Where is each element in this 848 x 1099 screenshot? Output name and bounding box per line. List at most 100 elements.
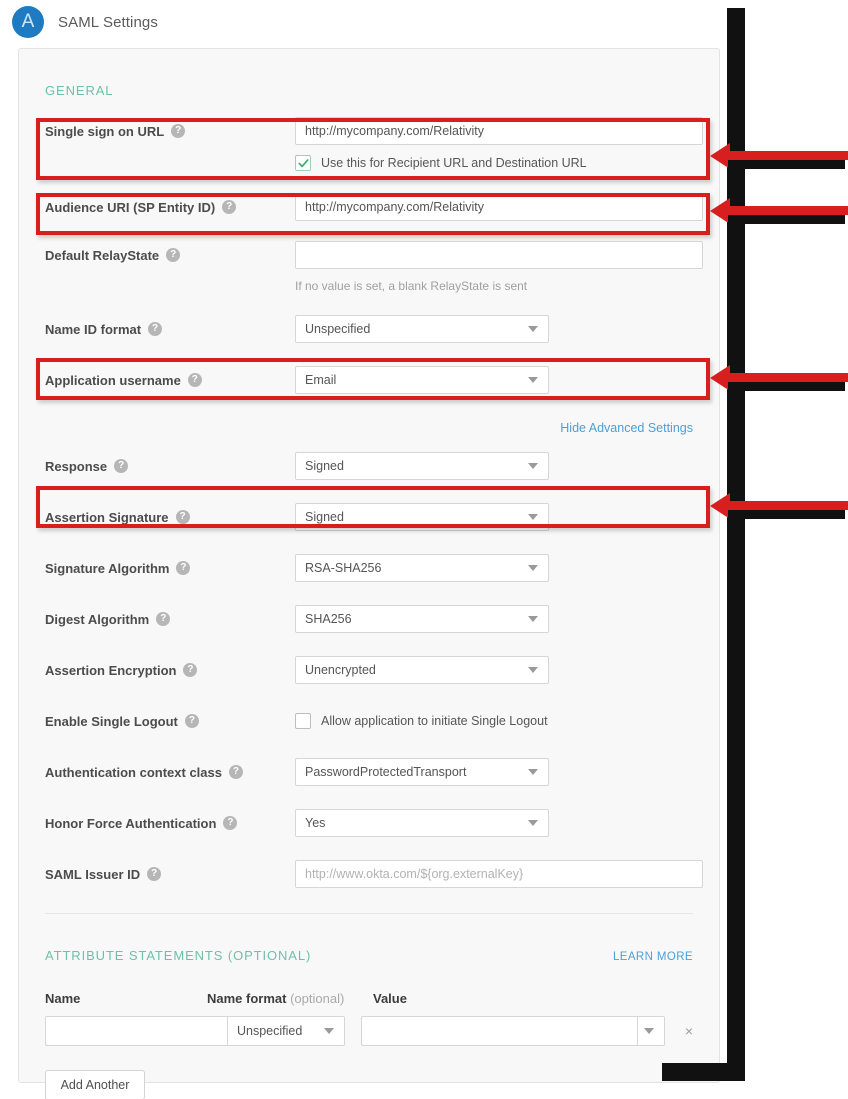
row-single-sign-on-url: Single sign on URL ? (45, 114, 703, 148)
single-logout-checkbox[interactable] (295, 713, 311, 729)
name-id-format-select[interactable]: Unspecified (295, 315, 549, 343)
row-recipient-url-checkbox: Use this for Recipient URL and Destinati… (45, 148, 693, 178)
hide-advanced-settings-link[interactable]: Hide Advanced Settings (45, 417, 693, 441)
label-assertion-signature: Assertion Signature ? (45, 510, 295, 525)
help-icon[interactable]: ? (171, 124, 186, 138)
check-mark-icon (298, 158, 308, 167)
help-icon[interactable]: ? (148, 322, 163, 336)
row-default-relaystate: Default RelayState ? (45, 238, 703, 272)
assertion-encryption-select[interactable]: Unencrypted (295, 656, 549, 684)
chevron-down-icon (528, 667, 538, 673)
response-select[interactable]: Signed (295, 452, 549, 480)
add-another-button[interactable]: Add Another (45, 1070, 145, 1099)
column-header-name: Name (45, 991, 81, 1006)
label-text: Response (45, 458, 108, 474)
attribute-value-input[interactable] (360, 1016, 637, 1046)
label-text: Name ID format (45, 321, 142, 337)
annotation-bracket-bottom (662, 1063, 745, 1081)
row-authentication-context-class: Authentication context class ? PasswordP… (45, 755, 693, 789)
recipient-url-checkbox-row[interactable]: Use this for Recipient URL and Destinati… (295, 155, 587, 171)
label-text: Audience URI (SP Entity ID) (45, 199, 216, 215)
signature-algorithm-select[interactable]: RSA-SHA256 (295, 554, 549, 582)
help-icon[interactable]: ? (166, 248, 181, 262)
avatar: A (12, 6, 44, 38)
help-icon[interactable]: ? (187, 373, 202, 387)
help-icon[interactable]: ? (147, 867, 162, 881)
label-default-relaystate: Default RelayState ? (45, 248, 295, 263)
label-single-sign-on-url: Single sign on URL ? (45, 124, 295, 139)
attribute-name-input[interactable] (45, 1016, 227, 1046)
column-header-name-format: Name format (optional) (207, 991, 373, 1006)
table-row: Unspecified × (45, 1016, 693, 1046)
label-saml-issuer-id: SAML Issuer ID ? (45, 867, 295, 882)
label-enable-single-logout: Enable Single Logout ? (45, 714, 295, 729)
help-icon[interactable]: ? (156, 612, 171, 626)
honor-force-authentication-select[interactable]: Yes (295, 809, 549, 837)
audience-uri-input[interactable] (295, 193, 703, 221)
help-icon[interactable]: ? (223, 816, 238, 830)
selected-value: SHA256 (305, 612, 352, 626)
label-signature-algorithm: Signature Algorithm ? (45, 561, 295, 576)
help-icon[interactable]: ? (183, 663, 198, 677)
assertion-signature-select[interactable]: Signed (295, 503, 549, 531)
label-text: Signature Algorithm (45, 560, 170, 576)
chevron-down-icon (528, 463, 538, 469)
selected-value: Signed (305, 510, 344, 524)
single-logout-checkbox-label: Allow application to initiate Single Log… (321, 714, 548, 728)
attribute-name-format-select[interactable]: Unspecified (227, 1016, 345, 1046)
selected-value: PasswordProtectedTransport (305, 765, 467, 779)
selected-value: RSA-SHA256 (305, 561, 382, 575)
recipient-url-checkbox-label: Use this for Recipient URL and Destinati… (321, 156, 587, 170)
row-assertion-signature: Assertion Signature ? Signed (45, 500, 693, 534)
row-audience-uri: Audience URI (SP Entity ID) ? (45, 190, 703, 224)
selected-value: Yes (305, 816, 326, 830)
column-header-value: Value (373, 991, 407, 1006)
row-honor-force-authentication: Honor Force Authentication ? Yes (45, 806, 693, 840)
attribute-table-headers: Name Name format (optional) Value (45, 963, 693, 1016)
attribute-value-dropdown-button[interactable] (636, 1016, 665, 1046)
label-text: Default RelayState (45, 247, 160, 263)
default-relaystate-hint: If no value is set, a blank RelayState i… (295, 279, 528, 293)
single-sign-on-url-input[interactable] (295, 117, 703, 145)
chevron-down-icon (528, 820, 538, 826)
general-section-header: GENERAL (45, 83, 114, 98)
chevron-down-icon (643, 1028, 654, 1034)
label-text: Single sign on URL (45, 123, 165, 139)
application-username-select[interactable]: Email (295, 366, 549, 394)
selected-value: Unspecified (237, 1024, 303, 1038)
recipient-url-checkbox[interactable] (295, 155, 311, 171)
help-icon[interactable]: ? (228, 765, 243, 779)
label-response: Response ? (45, 459, 295, 474)
remove-attribute-icon[interactable]: × (685, 1023, 693, 1039)
label-authentication-context-class: Authentication context class ? (45, 765, 295, 780)
selected-value: Unencrypted (305, 663, 376, 677)
label-text: Authentication context class (45, 764, 222, 780)
selected-value: Unspecified (305, 322, 371, 336)
label-text: SAML Issuer ID (45, 866, 141, 882)
help-icon[interactable]: ? (184, 714, 199, 728)
chevron-down-icon (528, 326, 538, 332)
row-enable-single-logout: Enable Single Logout ? Allow application… (45, 704, 693, 738)
authentication-context-class-select[interactable]: PasswordProtectedTransport (295, 758, 549, 786)
page-title: SAML Settings (58, 13, 158, 31)
label-honor-force-authentication: Honor Force Authentication ? (45, 816, 295, 831)
chevron-down-icon (323, 1028, 334, 1034)
single-logout-checkbox-row[interactable]: Allow application to initiate Single Log… (295, 713, 548, 729)
help-icon[interactable]: ? (222, 200, 237, 214)
digest-algorithm-select[interactable]: SHA256 (295, 605, 549, 633)
selected-value: Signed (305, 459, 344, 473)
help-icon[interactable]: ? (175, 510, 190, 524)
help-icon[interactable]: ? (176, 561, 191, 575)
chevron-down-icon (528, 616, 538, 622)
learn-more-link[interactable]: LEARN MORE (613, 951, 693, 963)
row-application-username: Application username ? Email (45, 363, 693, 397)
default-relaystate-input[interactable] (295, 241, 703, 269)
label-assertion-encryption: Assertion Encryption ? (45, 663, 295, 678)
attribute-statements-header: ATTRIBUTE STATEMENTS (OPTIONAL) (45, 948, 312, 963)
label-text: Application username (45, 372, 181, 388)
label-application-username: Application username ? (45, 373, 295, 388)
row-signature-algorithm: Signature Algorithm ? RSA-SHA256 (45, 551, 693, 585)
saml-issuer-id-input[interactable] (295, 860, 703, 888)
settings-card: GENERAL Single sign on URL ? http://myco… (18, 48, 720, 1099)
help-icon[interactable]: ? (114, 459, 129, 473)
